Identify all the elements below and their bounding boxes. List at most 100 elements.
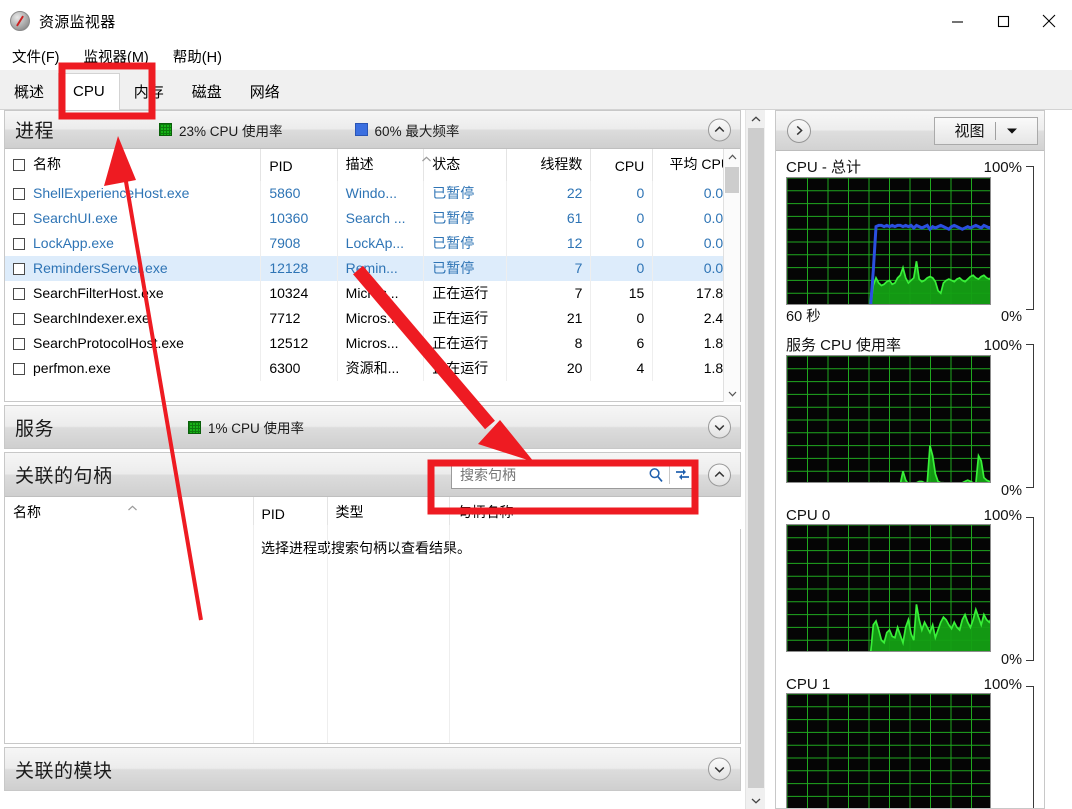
tab-memory[interactable]: 内存 bbox=[120, 76, 178, 110]
menu-item-help[interactable]: 帮助(H) bbox=[161, 46, 234, 67]
table-row[interactable]: SearchUI.exe 10360 Search ... 已暂停 61 0 0.00 bbox=[5, 206, 740, 231]
col-name[interactable]: 名称 bbox=[5, 149, 262, 181]
view-dropdown-button[interactable]: 视图 bbox=[934, 116, 1038, 145]
minimize-button[interactable] bbox=[934, 0, 980, 42]
window-controls bbox=[934, 0, 1072, 42]
graph-ymax-label: 100% bbox=[983, 159, 1022, 176]
handles-col-handle-name[interactable]: 句柄名称 bbox=[449, 497, 745, 529]
modules-title: 关联的模块 bbox=[15, 760, 113, 782]
handles-title: 关联的句柄 bbox=[15, 466, 113, 487]
tab-network[interactable]: 网络 bbox=[236, 76, 294, 110]
process-description-cell: Micros... bbox=[337, 306, 425, 331]
menu-item-file[interactable]: 文件(F) bbox=[0, 46, 72, 67]
right-pane-collapse-chevron-right-icon[interactable] bbox=[787, 118, 811, 143]
handles-empty-message: 选择进程或搜索句柄以查看结果。 bbox=[261, 540, 471, 556]
table-row[interactable]: RemindersServer.exe 12128 Remin... 已暂停 7 0 0.0… bbox=[5, 256, 740, 281]
processes-scroll-down-icon[interactable] bbox=[724, 386, 740, 402]
main-scroll-up-icon[interactable] bbox=[746, 110, 766, 127]
modules-header[interactable]: 关联的模块 bbox=[5, 748, 740, 790]
table-row[interactable]: SearchFilterHost.exe 10324 Micros... 正在运行 7 1… bbox=[5, 281, 740, 306]
processes-scroll-thumb[interactable] bbox=[725, 167, 739, 193]
refresh-arrows-icon[interactable] bbox=[670, 462, 696, 488]
col-description[interactable]: 描述 bbox=[337, 149, 425, 181]
handles-col-pid[interactable]: PID bbox=[253, 497, 328, 529]
modules-collapse-chevron-down-icon[interactable] bbox=[708, 757, 731, 781]
process-cpu-cell: 4 bbox=[590, 356, 654, 381]
process-name-cell[interactable]: RemindersServer.exe bbox=[5, 256, 262, 281]
row-checkbox[interactable] bbox=[13, 213, 25, 225]
menu-item-monitor[interactable]: 监视器(M) bbox=[72, 46, 161, 67]
table-row[interactable]: SearchIndexer.exe 7712 Micros... 正在运行 21 0 2.4… bbox=[5, 306, 740, 331]
process-cpu-cell: 6 bbox=[590, 331, 654, 356]
row-checkbox[interactable] bbox=[13, 238, 25, 250]
row-checkbox[interactable] bbox=[13, 363, 25, 375]
maximize-button[interactable] bbox=[980, 0, 1026, 42]
process-name-cell[interactable]: LockApp.exe bbox=[5, 231, 262, 256]
title-bar: 资源监视器 bbox=[0, 0, 1072, 42]
table-row[interactable]: LockApp.exe 7908 LockAp... 已暂停 12 0 0.00 bbox=[5, 231, 740, 256]
handles-collapse-chevron-up-icon[interactable] bbox=[708, 463, 731, 486]
col-threads[interactable]: 线程数 bbox=[506, 149, 592, 181]
process-name-cell[interactable]: perfmon.exe bbox=[5, 356, 262, 381]
left-content-pane: 进程 23% CPU 使用率 60% 最大频率 名称 PID 描述 状态 线程数… bbox=[0, 110, 745, 809]
select-all-checkbox[interactable] bbox=[13, 159, 25, 171]
processes-header[interactable]: 进程 23% CPU 使用率 60% 最大频率 bbox=[5, 111, 740, 149]
row-checkbox[interactable] bbox=[13, 313, 25, 325]
row-checkbox[interactable] bbox=[13, 288, 25, 300]
row-checkbox[interactable] bbox=[13, 338, 25, 350]
process-name-label: SearchIndexer.exe bbox=[33, 310, 150, 326]
col-pid[interactable]: PID bbox=[260, 149, 338, 181]
graph-top-labels: CPU 0 100% bbox=[786, 507, 1036, 524]
green-legend-swatch bbox=[159, 123, 173, 136]
processes-freq-stat: 60% 最大频率 bbox=[354, 120, 459, 140]
search-handles-input[interactable] bbox=[452, 465, 643, 484]
handles-table-header-row: 名称 PID 类型 句柄名称 bbox=[5, 497, 745, 529]
row-checkbox[interactable] bbox=[13, 263, 25, 275]
processes-collapse-chevron-up-icon[interactable] bbox=[708, 118, 731, 141]
graph-canvas bbox=[786, 177, 991, 305]
table-row[interactable]: perfmon.exe 6300 资源和... 正在运行 20 4 1.80 bbox=[5, 356, 740, 381]
col-cpu[interactable]: CPU bbox=[590, 149, 654, 181]
handles-table: 名称 PID 类型 句柄名称 bbox=[5, 497, 745, 529]
green-legend-swatch bbox=[188, 420, 202, 434]
graph-ymax-label: 100% bbox=[983, 337, 1022, 354]
table-row[interactable]: ShellExperienceHost.exe 5860 Windo... 已暂停 22… bbox=[5, 181, 740, 206]
handles-header[interactable]: 关联的句柄 bbox=[5, 453, 740, 497]
handles-search-box[interactable] bbox=[451, 460, 696, 489]
main-scroll-thumb[interactable] bbox=[748, 128, 764, 788]
process-cpu-cell: 0 bbox=[590, 306, 654, 331]
chevron-down-icon[interactable] bbox=[996, 122, 1028, 139]
table-row[interactable]: SearchProtocolHost.exe 12512 Micros... 正在运行… bbox=[5, 331, 740, 356]
process-name-cell[interactable]: SearchProtocolHost.exe bbox=[5, 331, 262, 356]
processes-cpu-stat: 23% CPU 使用率 bbox=[159, 120, 283, 140]
services-collapse-chevron-down-icon[interactable] bbox=[708, 415, 731, 439]
col-status[interactable]: 状态 bbox=[423, 149, 507, 181]
tab-overview[interactable]: 概述 bbox=[0, 76, 58, 110]
process-description-cell: Micros... bbox=[337, 281, 425, 306]
main-scrollbar[interactable] bbox=[745, 110, 765, 809]
process-threads-cell: 8 bbox=[506, 331, 592, 356]
process-threads-cell: 12 bbox=[506, 231, 592, 256]
services-cpu-stat-label: 1% CPU 使用率 bbox=[208, 421, 305, 436]
process-name-cell[interactable]: ShellExperienceHost.exe bbox=[5, 181, 262, 206]
magnifier-icon[interactable] bbox=[643, 462, 669, 488]
graph-block-0: CPU - 总计 100% 60 秒 0% bbox=[786, 156, 1036, 326]
close-button[interactable] bbox=[1026, 0, 1072, 42]
handles-section: 关联的句柄 搜索句柄 名称 PID 类型 句柄名称 选择进程或搜索句柄以查看结果… bbox=[4, 452, 745, 744]
graph-axis-bracket bbox=[1026, 686, 1034, 808]
process-pid-cell: 6300 bbox=[260, 356, 338, 381]
processes-scrollbar[interactable] bbox=[723, 149, 740, 402]
graph-ymin-label: 0% bbox=[1001, 309, 1022, 325]
process-name-cell[interactable]: SearchIndexer.exe bbox=[5, 306, 262, 331]
process-name-cell[interactable]: SearchUI.exe bbox=[5, 206, 262, 231]
tab-disk[interactable]: 磁盘 bbox=[178, 76, 236, 110]
services-header[interactable]: 服务 1% CPU 使用率 bbox=[5, 406, 740, 448]
handles-col-type[interactable]: 类型 bbox=[327, 497, 450, 529]
process-name-cell[interactable]: SearchFilterHost.exe bbox=[5, 281, 262, 306]
row-checkbox[interactable] bbox=[13, 188, 25, 200]
process-status-cell: 正在运行 bbox=[423, 281, 507, 306]
main-scroll-down-icon[interactable] bbox=[746, 792, 766, 809]
tab-cpu[interactable]: CPU bbox=[58, 73, 120, 110]
processes-scroll-up-icon[interactable] bbox=[724, 149, 740, 165]
graph-title: CPU 0 bbox=[786, 507, 831, 524]
